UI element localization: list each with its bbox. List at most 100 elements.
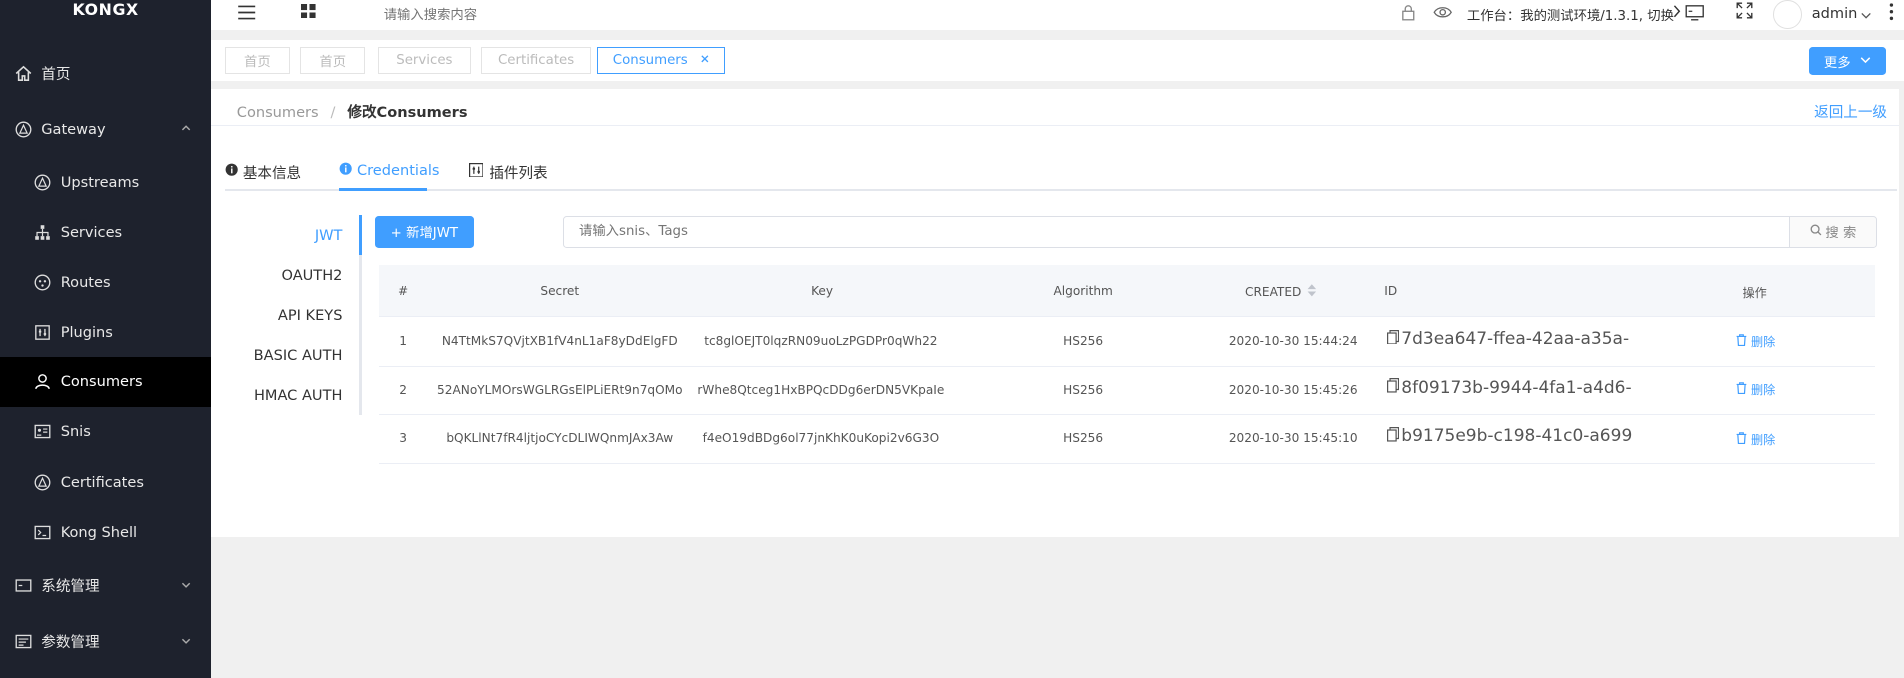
breadcrumb-parent[interactable]: Consumers [237, 104, 319, 121]
sidebar-item-services[interactable]: Services [0, 208, 211, 258]
consumer-credential-id: 8f09173b-9944-4fa1-a4d6- [1401, 377, 1632, 398]
cell-secret: N4TtMkS7QVjtXB1fV4nL1aF8yDdElgFD [441, 333, 678, 348]
grid-apps-icon[interactable] [301, 3, 316, 23]
workspace-label[interactable]: 工作台：我的测试环境/1.3.1, 切换 [1467, 5, 1674, 24]
cred-type-hmac-auth[interactable]: HMAC AUTH [254, 387, 342, 404]
sidebar-item-certificates[interactable]: Certificates [0, 458, 211, 508]
col-id: ID [1384, 284, 1398, 299]
hamburger-menu-icon[interactable] [237, 4, 256, 25]
cell-id: 8f09173b-9944-4fa1-a4d6- [1386, 377, 1632, 398]
sitemap-icon [34, 224, 51, 241]
cell-created: 2020-10-30 15:45:10 [1228, 431, 1358, 446]
col-created[interactable]: CREATED [1214, 283, 1348, 301]
sidebar-item-label: Plugins [60, 323, 113, 341]
cell-secret: bQKLlNt7fR4ljtjoCYcDLIWQnmJAx3Aw [446, 431, 674, 446]
copy-icon[interactable] [1386, 329, 1399, 349]
subtab-label: 插件列表 [489, 164, 548, 182]
tab-home-1[interactable]: 首页 [224, 47, 291, 75]
cell-key: tc8glOEJT0lqzRN09uoLzPGDPr0qWh22 [704, 333, 938, 348]
home-icon [15, 65, 32, 82]
breadcrumb: Consumers / 修改Consumers [237, 101, 468, 122]
sidebar-item-kong-shell[interactable]: Kong Shell [0, 508, 211, 558]
global-search-input[interactable] [381, 2, 751, 30]
cred-type-jwt[interactable]: JWT [315, 227, 343, 244]
filter-input[interactable] [563, 216, 1790, 248]
sidebar: KONGX 首页 Gateway Upstreams Services Rout… [0, 0, 212, 678]
cell-created: 2020-10-30 15:45:26 [1228, 382, 1358, 397]
sidebar-item-label: Upstreams [60, 174, 140, 192]
row-divider [378, 365, 1875, 367]
cell-id: 7d3ea647-ffea-42aa-a35a- [1386, 329, 1629, 349]
cred-type-api-keys[interactable]: API KEYS [278, 307, 343, 324]
more-vertical-icon[interactable] [1889, 2, 1894, 25]
tab-services[interactable]: Services [377, 47, 472, 75]
cred-type-basic-auth[interactable]: BASIC AUTH [254, 347, 343, 364]
avatar[interactable] [1772, 0, 1802, 29]
info-icon [339, 162, 352, 179]
delete-button[interactable]: 删除 [1736, 333, 1775, 350]
cred-type-oauth2[interactable]: OAUTH2 [281, 267, 342, 284]
delete-button[interactable]: 删除 [1736, 381, 1775, 398]
sidebar-item-system[interactable]: 系统管理 [0, 561, 211, 611]
col-key: Key [811, 284, 834, 299]
back-link[interactable]: 返回上一级 [1814, 101, 1887, 122]
col-algorithm: Algorithm [1053, 284, 1113, 299]
delete-label: 删除 [1751, 383, 1776, 398]
search-icon [1810, 224, 1822, 240]
app-logo: KONGX [72, 0, 139, 19]
user-name[interactable]: admin [1812, 5, 1858, 22]
sidebar-item-params[interactable]: 参数管理 [0, 617, 211, 667]
sidebar-item-label: 首页 [41, 65, 71, 83]
sidebar-item-upstreams[interactable]: Upstreams [0, 158, 211, 208]
upstreams-icon [34, 174, 51, 191]
filter-search-button[interactable]: 搜 索 [1788, 216, 1878, 248]
cred-type-active-indicator [359, 214, 362, 255]
sidebar-item-home[interactable]: 首页 [0, 49, 211, 99]
row-divider [378, 315, 1875, 317]
sidebar-item-consumers[interactable]: Consumers [0, 357, 212, 407]
sidebar-item-label: Kong Shell [60, 523, 138, 541]
tab-certificates[interactable]: Certificates [480, 47, 592, 75]
sidebar-item-gateway[interactable]: Gateway [0, 104, 211, 154]
routes-icon [34, 274, 51, 291]
add-jwt-button[interactable]: + 新增JWT [375, 216, 474, 248]
subtab-basic-info[interactable]: 基本信息 [225, 162, 301, 183]
fullscreen-icon[interactable] [1736, 2, 1753, 23]
cell-id: b9175e9b-c198-41c0-a699 [1386, 426, 1632, 446]
sort-icon[interactable] [1307, 283, 1317, 301]
sidebar-item-label: 参数管理 [41, 634, 100, 652]
cell-algorithm: HS256 [1063, 333, 1104, 348]
lock-icon[interactable] [1401, 4, 1416, 25]
more-button[interactable]: 更多 [1809, 47, 1886, 76]
copy-icon[interactable] [1386, 426, 1399, 446]
subtab-plugins[interactable]: 插件列表 [468, 162, 548, 183]
chevron-down-icon[interactable] [1860, 7, 1872, 24]
top-bar: 工作台：我的测试环境/1.3.1, 切换 admin [211, 0, 1904, 31]
subtab-label: Credentials [356, 161, 440, 179]
plugins-icon [468, 162, 484, 182]
tab-bar: 首页 首页 Services Certificates Consumers 更多 [211, 40, 1904, 82]
search-button-label: 搜 索 [1825, 226, 1857, 242]
tab-home-2[interactable]: 首页 [299, 47, 366, 75]
tab-label: 首页 [244, 55, 271, 71]
copy-icon[interactable] [1386, 378, 1399, 397]
sidebar-item-routes[interactable]: Routes [0, 257, 211, 307]
close-icon[interactable] [700, 53, 710, 68]
more-button-label: 更多 [1823, 55, 1851, 71]
sidebar-item-snis[interactable]: Snis [0, 407, 211, 457]
cell-created: 2020-10-30 15:44:24 [1228, 333, 1358, 348]
eye-icon[interactable] [1433, 5, 1452, 24]
chevron-right-icon[interactable] [1672, 4, 1682, 23]
subtab-credentials[interactable]: Credentials [339, 162, 440, 179]
sidebar-item-label: Snis [60, 423, 91, 441]
screen-icon[interactable] [1685, 4, 1705, 25]
sidebar-item-label: Routes [60, 273, 111, 291]
delete-button[interactable]: 删除 [1736, 431, 1775, 448]
sidebar-item-plugins[interactable]: Plugins [0, 307, 211, 357]
gateway-icon [15, 121, 32, 138]
tab-label: Consumers [612, 53, 688, 69]
tab-consumers[interactable]: Consumers [597, 47, 725, 75]
sidebar-item-label: Gateway [41, 120, 106, 138]
delete-label: 删除 [1751, 334, 1776, 349]
certificate-icon [34, 474, 51, 491]
